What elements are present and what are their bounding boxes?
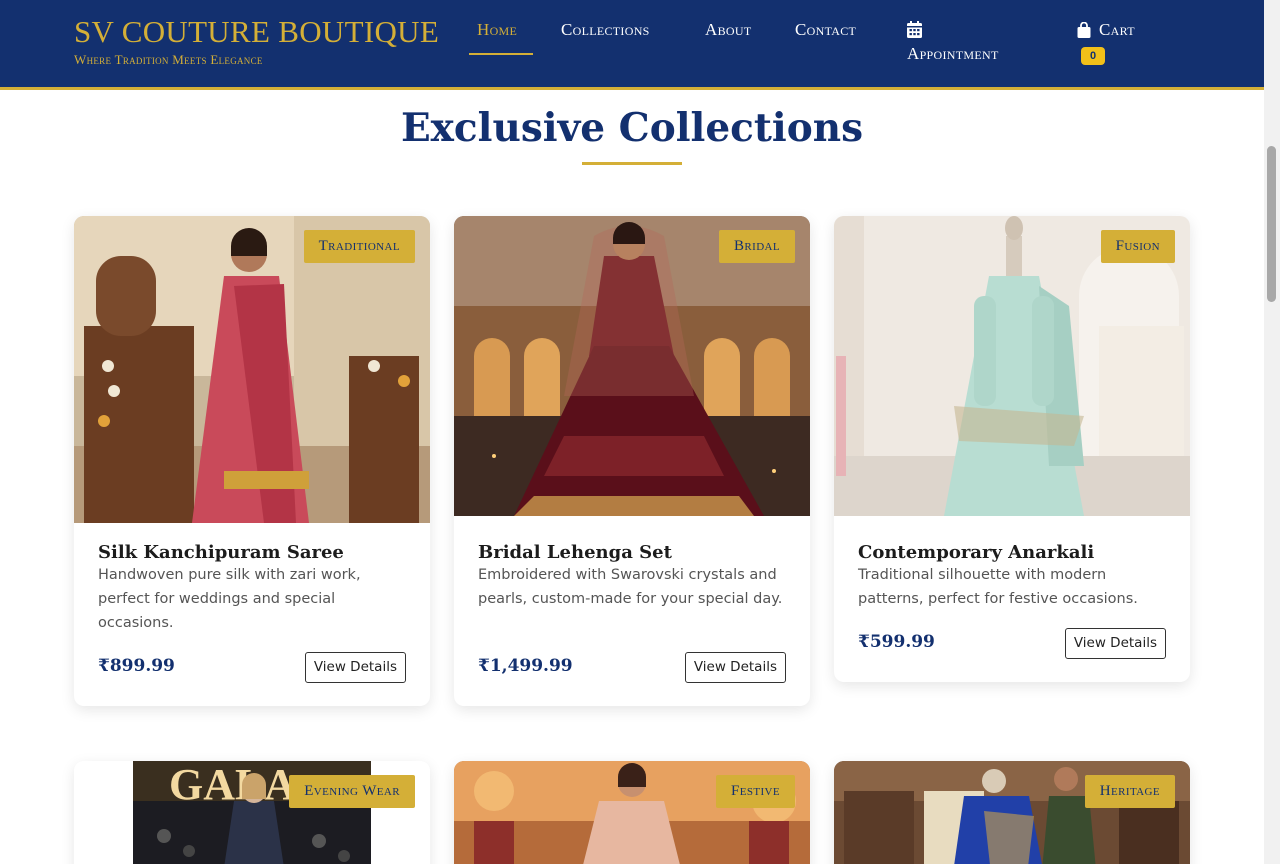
view-details-button[interactable]: View Details: [304, 652, 406, 683]
category-badge: Bridal: [718, 230, 795, 263]
section-title: Exclusive Collections: [400, 105, 864, 151]
product-price: ₹1,499.99: [478, 656, 573, 676]
product-card[interactable]: Fusion Contemporary Anarkali Traditional…: [834, 216, 1190, 682]
product-description: Traditional silhouette with modern patte…: [858, 567, 1138, 607]
product-card[interactable]: GALA Evening Wear: [74, 761, 430, 864]
product-description: Embroidered with Swarovski crystals and …: [478, 567, 783, 607]
nav-collections[interactable]: Collections: [561, 18, 650, 42]
shopping-bag-icon[interactable]: [1077, 21, 1091, 38]
scrollbar-thumb[interactable]: [1267, 146, 1276, 302]
category-badge: Traditional: [303, 230, 415, 263]
product-card[interactable]: Heritage: [834, 761, 1190, 864]
product-card[interactable]: Traditional Silk Kanchipuram Saree Handw…: [74, 216, 430, 706]
product-description: Handwoven pure silk with zari work, perf…: [98, 567, 361, 631]
product-card[interactable]: Bridal Bridal Lehenga Set Embroidered wi…: [454, 216, 810, 706]
calendar-icon[interactable]: [907, 21, 922, 38]
nav-home[interactable]: Home: [477, 18, 517, 42]
category-badge: Heritage: [1084, 775, 1175, 808]
brand-name: SV COUTURE BOUTIQUE: [74, 14, 440, 49]
active-nav-underline: [469, 53, 533, 55]
nav-about[interactable]: About: [705, 18, 751, 42]
title-divider: [582, 162, 682, 165]
view-details-button[interactable]: View Details: [1064, 628, 1166, 659]
brand-tagline: Where Tradition Meets Elegance: [74, 52, 263, 67]
category-badge: Festive: [715, 775, 795, 808]
svg-text:GALA: GALA: [169, 761, 296, 809]
nav-cart[interactable]: Cart: [1099, 18, 1135, 42]
brand[interactable]: SV COUTURE BOUTIQUE Where Tradition Meet…: [74, 12, 439, 68]
category-badge: Fusion: [1100, 230, 1175, 263]
scrollbar-track[interactable]: [1264, 0, 1280, 864]
nav-contact[interactable]: Contact: [795, 18, 856, 42]
view-details-button[interactable]: View Details: [684, 652, 786, 683]
product-card[interactable]: Festive: [454, 761, 810, 864]
cart-count-badge: 0: [1081, 47, 1105, 65]
product-price: ₹599.99: [858, 632, 935, 652]
category-badge: Evening Wear: [289, 775, 415, 808]
product-price: ₹899.99: [98, 656, 175, 676]
site-header: SV COUTURE BOUTIQUE Where Tradition Meet…: [0, 0, 1264, 90]
nav-appointment[interactable]: Appointment: [907, 42, 999, 66]
